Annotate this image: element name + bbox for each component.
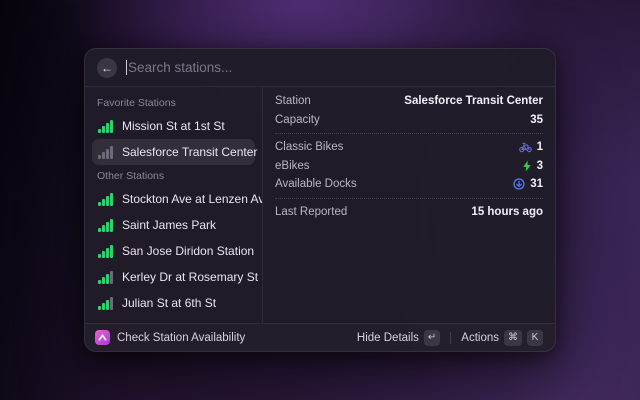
detail-value: 15 hours ago [471,206,543,218]
search-bar: ← Search stations... [85,49,555,87]
footer-divider [450,332,451,344]
circle-arrow-down-icon [513,178,525,190]
station-name: Kerley Dr at Rosemary St [122,270,258,284]
signal-bars-icon [98,244,114,258]
detail-value: 31 [513,178,543,190]
detail-label: eBikes [275,160,310,172]
bike-icon [519,142,532,153]
detail-value: 1 [519,141,543,153]
command-title: Check Station Availability [117,332,245,344]
arrow-left-icon: ← [101,58,113,78]
k-key-icon: K [527,330,543,346]
text-cursor [126,60,127,75]
signal-bars-icon [98,296,114,310]
cmd-key-icon: ⌘ [504,330,522,346]
bolt-icon [522,160,532,172]
search-placeholder: Search stations... [128,60,232,75]
detail-row: Classic Bikes 1 [275,138,543,157]
window-body: Favorite Stations Mission St at 1st St Sal… [85,87,555,323]
station-name: San Jose Diridon Station [122,244,254,258]
station-list-item[interactable]: 23rd St at Santa Clara St [92,316,255,323]
signal-bars-icon [98,218,114,232]
detail-row: eBikes 3 [275,157,543,176]
hide-details-button[interactable]: Hide Details ↵ [353,327,444,349]
station-list-item[interactable]: Kerley Dr at Rosemary St [92,264,255,290]
hide-details-label: Hide Details [357,332,419,344]
detail-label: Capacity [275,114,320,126]
station-list: Favorite Stations Mission St at 1st St Sal… [85,87,263,323]
actions-button[interactable]: Actions ⌘ K [457,327,547,349]
signal-bars-icon [98,119,114,133]
action-bar: Check Station Availability Hide Details … [85,323,555,351]
station-name: Stockton Ave at Lenzen Ave [122,192,263,206]
station-list-item[interactable]: San Jose Diridon Station [92,238,255,264]
search-input[interactable]: Search stations... [126,49,543,86]
detail-value: 3 [522,160,543,172]
station-name: Julian St at 6th St [122,296,216,310]
return-key-icon: ↵ [424,330,440,346]
section-header: Other Stations [92,165,255,186]
detail-row: Capacity 35 [275,111,543,130]
details-group-divider [275,198,543,199]
detail-value: Salesforce Transit Center [404,95,543,107]
station-list-item[interactable]: Mission St at 1st St [92,113,255,139]
station-name: Salesforce Transit Center [122,145,257,159]
station-list-item[interactable]: Saint James Park [92,212,255,238]
extension-icon [95,330,110,345]
signal-bars-icon [98,270,114,284]
detail-row: Last Reported 15 hours ago [275,203,543,222]
station-details-panel: Station Salesforce Transit Center Capacity… [263,87,555,323]
details-group-divider [275,133,543,134]
station-list-item[interactable]: Salesforce Transit Center [92,139,255,165]
station-name: Saint James Park [122,218,216,232]
signal-bars-icon [98,192,114,206]
signal-bars-icon [98,145,114,159]
section-header: Favorite Stations [92,92,255,113]
detail-value: 35 [530,114,543,126]
launcher-window: ← Search stations... Favorite Stations Mi… [84,48,556,352]
detail-label: Available Docks [275,178,357,190]
station-list-item[interactable]: Julian St at 6th St [92,290,255,316]
actions-label: Actions [461,332,499,344]
station-list-item[interactable]: Stockton Ave at Lenzen Ave [92,186,255,212]
detail-label: Station [275,95,311,107]
detail-label: Last Reported [275,206,347,218]
detail-row: Station Salesforce Transit Center [275,92,543,111]
detail-row: Available Docks 31 [275,175,543,194]
detail-label: Classic Bikes [275,141,343,153]
back-button[interactable]: ← [97,58,117,78]
station-name: Mission St at 1st St [122,119,225,133]
